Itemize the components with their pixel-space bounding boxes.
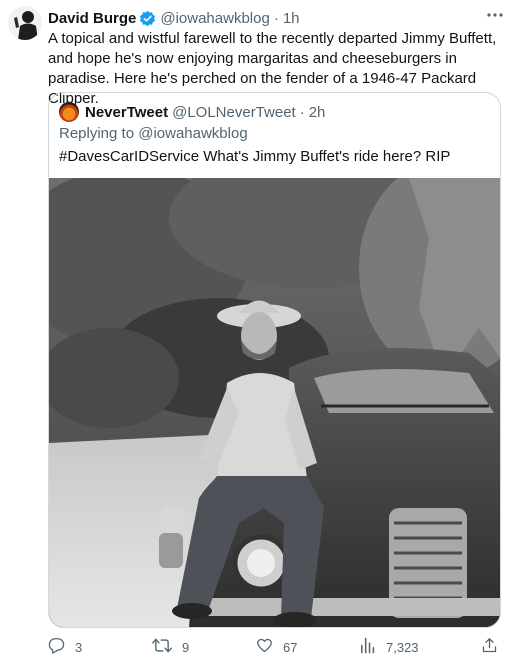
retweet-count: 9 [182, 639, 190, 655]
author-name[interactable]: David Burge [48, 10, 136, 27]
quoted-photo[interactable] [49, 178, 500, 627]
quoted-handle[interactable]: @LOLNeverTweet [172, 104, 296, 121]
quoted-header: NeverTweet @LOLNeverTweet · 2h [59, 102, 325, 122]
reply-button[interactable]: 3 [48, 636, 82, 658]
tweet-time[interactable]: 1h [283, 10, 300, 27]
reply-icon [48, 637, 75, 657]
share-icon [481, 637, 508, 657]
like-count: 67 [283, 639, 298, 655]
share-button[interactable] [481, 636, 508, 658]
retweet-button[interactable]: 9 [152, 636, 189, 658]
quoted-time[interactable]: 2h [309, 104, 326, 121]
views-button[interactable]: 7,323 [360, 636, 419, 658]
quoted-author-name[interactable]: NeverTweet [85, 104, 168, 121]
action-bar: 3 9 67 7,323 [48, 636, 503, 658]
views-icon [360, 637, 386, 657]
author-handle[interactable]: @iowahawkblog [160, 10, 269, 27]
quoted-tweet[interactable]: NeverTweet @LOLNeverTweet · 2h Replying … [48, 92, 501, 628]
verified-badge-icon [139, 10, 156, 27]
more-icon[interactable] [484, 6, 506, 24]
quoted-avatar[interactable] [59, 102, 79, 122]
views-count: 7,323 [386, 639, 419, 655]
reply-count: 3 [75, 639, 83, 655]
retweet-icon [152, 637, 182, 657]
tweet-header: David Burge @iowahawkblog · 1h [48, 8, 508, 28]
quoted-text: #DavesCarIDService What's Jimmy Buffet's… [59, 148, 451, 165]
tweet[interactable]: David Burge @iowahawkblog · 1h A topical… [0, 0, 518, 668]
separator-dot: · [273, 9, 279, 27]
quoted-separator-dot: · [299, 103, 305, 121]
like-icon [256, 637, 283, 657]
author-avatar[interactable] [8, 6, 42, 40]
like-button[interactable]: 67 [256, 636, 297, 658]
replying-to: Replying to @iowahawkblog [59, 125, 248, 142]
